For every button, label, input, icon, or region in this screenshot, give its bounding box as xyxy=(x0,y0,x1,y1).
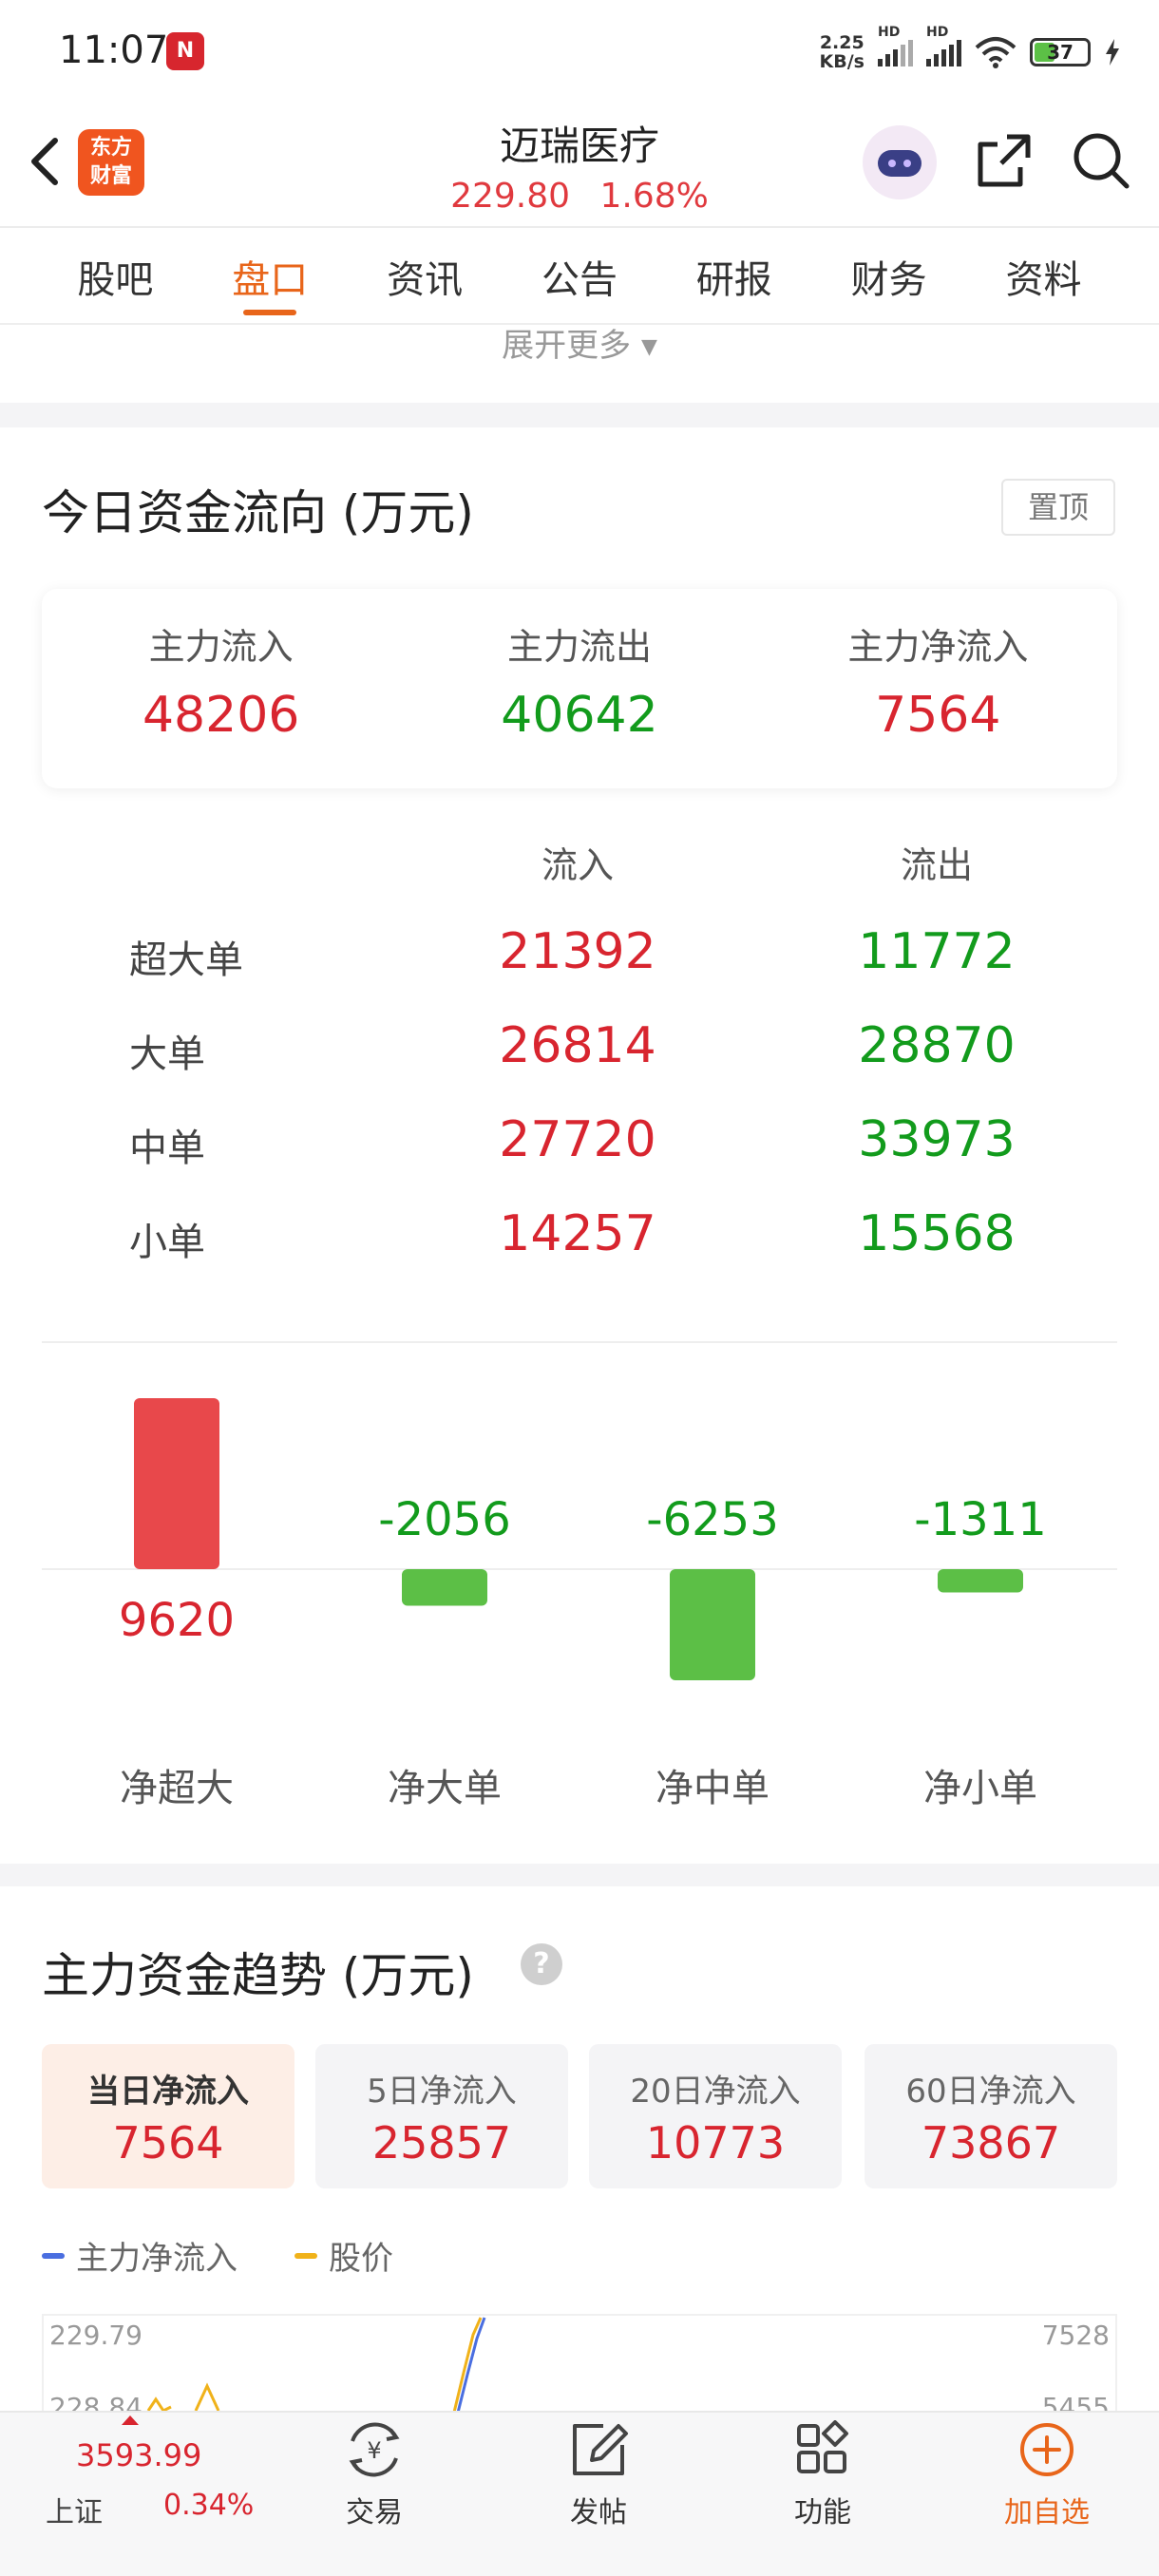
main-outflow: 主力流出 40642 xyxy=(501,626,658,744)
index-up-arrow-icon xyxy=(122,2415,139,2425)
yuan-exchange-icon: ¥ xyxy=(349,2422,400,2477)
category-label: 净大单 xyxy=(388,1767,502,1810)
bar-净大单 xyxy=(402,1569,487,1606)
fund-flow-title: 今日资金流向 (万元) xyxy=(42,485,474,540)
period-5d[interactable]: 5日净流入 25857 xyxy=(315,2044,568,2188)
nav-post[interactable]: 发帖 xyxy=(532,2420,665,2530)
grid-functions-icon xyxy=(797,2420,848,2473)
trend-legend: 主力净流入 股价 xyxy=(42,2232,393,2279)
stock-name: 迈瑞医疗 xyxy=(499,123,659,169)
status-time: 11:07 xyxy=(59,28,169,72)
col-header-outflow: 流出 xyxy=(900,844,973,886)
ai-assistant-robot-icon[interactable] xyxy=(863,125,937,199)
period-60d[interactable]: 60日净流入 73867 xyxy=(864,2044,1117,2188)
index-name[interactable]: 上证 xyxy=(46,2489,103,2530)
nav-add-favorite[interactable]: 加自选 xyxy=(980,2420,1113,2530)
main-force-summary: 主力流入 48206 主力流出 40642 主力净流入 7564 xyxy=(42,589,1117,788)
add-favorite-icon xyxy=(1020,2423,1074,2476)
period-today[interactable]: 当日净流入 7564 xyxy=(42,2044,294,2188)
data-label: 9620 xyxy=(119,1594,235,1647)
nav-functions[interactable]: 功能 xyxy=(756,2420,889,2530)
data-label: -1311 xyxy=(914,1493,1046,1546)
eastmoney-logo[interactable]: 东方 财富 xyxy=(78,129,144,196)
trend-title: 主力资金趋势 (万元) xyxy=(42,1948,474,2003)
legend-price: 股价 xyxy=(294,2232,393,2279)
tab-finance[interactable]: 财务 xyxy=(832,237,946,323)
network-speed: 2.25 KB/s xyxy=(819,32,864,72)
main-net-inflow: 主力净流入 7564 xyxy=(847,626,1029,744)
stock-price: 229.80 xyxy=(450,177,571,216)
tab-announcements[interactable]: 公告 xyxy=(522,237,636,323)
share-icon[interactable] xyxy=(971,127,1037,194)
help-icon[interactable]: ? xyxy=(521,1943,562,1985)
period-20d[interactable]: 20日净流入 10773 xyxy=(589,2044,842,2188)
charging-icon xyxy=(1106,39,1119,66)
tab-profile[interactable]: 资料 xyxy=(986,237,1100,323)
signal-2-icon: HD xyxy=(926,25,961,66)
net-flow-bar-chart: 9620 净超大 -2056 净大单 -6253 净中单 -1311 净小单 xyxy=(42,1398,1117,1810)
wifi-icon xyxy=(975,37,1016,68)
pin-top-button[interactable]: 置顶 xyxy=(1001,479,1115,536)
stock-change-pct: 1.68% xyxy=(599,177,709,216)
nav-trade[interactable]: ¥ 交易 xyxy=(308,2420,441,2530)
status-indicators: 2.25 KB/s HD HD 37 xyxy=(819,25,1121,76)
header-divider xyxy=(0,226,1159,228)
tab-guba[interactable]: 股吧 xyxy=(58,237,172,323)
svg-text:¥: ¥ xyxy=(367,2437,381,2464)
category-label: 净小单 xyxy=(923,1767,1037,1810)
signal-1-icon: HD xyxy=(878,25,913,66)
section-separator xyxy=(0,403,1159,427)
table-row: 超大单 21392 11772 xyxy=(129,923,1016,982)
battery-icon: 37 xyxy=(1030,38,1091,66)
stock-quote: 229.80 1.68% xyxy=(390,177,770,216)
table-row: 中单 27720 33973 xyxy=(129,1111,1016,1170)
col-header-inflow: 流入 xyxy=(541,844,614,886)
data-label: -6253 xyxy=(646,1493,778,1546)
section-separator xyxy=(0,1864,1159,1886)
edit-post-icon xyxy=(573,2424,628,2475)
back-arrow-icon[interactable] xyxy=(21,133,68,190)
main-inflow: 主力流入 48206 xyxy=(142,626,300,744)
bar-净超大 xyxy=(134,1398,219,1569)
tab-research[interactable]: 研报 xyxy=(677,237,791,323)
expand-more-button[interactable]: 展开更多 ▼ xyxy=(0,319,1159,366)
bar-净中单 xyxy=(670,1569,755,1680)
category-label: 净中单 xyxy=(656,1767,770,1810)
category-label: 净超大 xyxy=(120,1767,234,1810)
index-change-pct[interactable]: 0.34% xyxy=(163,2489,254,2522)
search-icon[interactable] xyxy=(1068,127,1134,194)
tab-news[interactable]: 资讯 xyxy=(368,237,482,323)
tab-pankou[interactable]: 盘口 xyxy=(213,237,327,323)
bar-净小单 xyxy=(938,1569,1023,1593)
index-value[interactable]: 3593.99 xyxy=(76,2437,201,2473)
news-app-notification-icon: N xyxy=(166,32,204,70)
caret-down-icon: ▼ xyxy=(640,335,657,359)
table-row: 小单 14257 15568 xyxy=(129,1205,1016,1264)
table-row: 大单 26814 28870 xyxy=(129,1017,1016,1076)
data-label: -2056 xyxy=(378,1493,510,1546)
quote-tabs: 股吧 盘口 资讯 公告 研报 财务 资料 xyxy=(0,237,1159,323)
legend-main-net-inflow: 主力净流入 xyxy=(42,2232,238,2279)
